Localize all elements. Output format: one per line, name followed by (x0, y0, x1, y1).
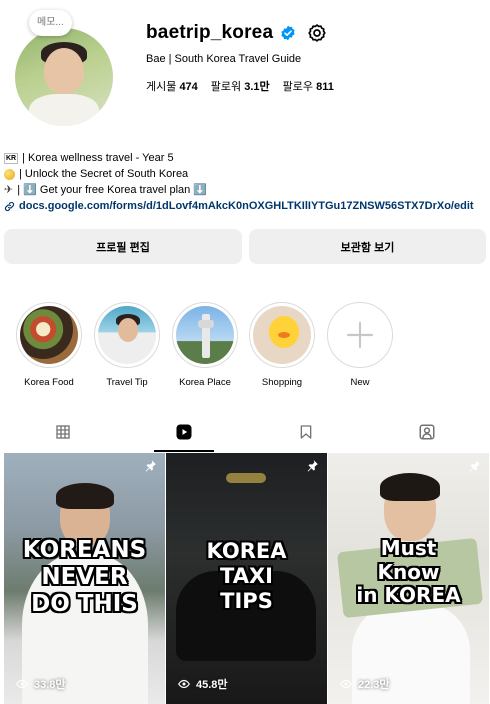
profile-bio: KR | Korea wellness travel - Year 5 | Un… (4, 150, 474, 214)
edit-profile-button[interactable]: 프로필 편집 (4, 229, 242, 264)
highlight-label: Korea Place (179, 377, 231, 388)
highlight-korea-place[interactable]: Korea Place (170, 302, 240, 388)
avatar-shirt (29, 94, 99, 126)
profile-avatar-container[interactable] (15, 28, 113, 126)
username-row: baetrip_korea (146, 22, 327, 44)
bio-line-2: | Unlock the Secret of South Korea (4, 166, 474, 182)
reel-title-line: Must (380, 536, 437, 560)
username: baetrip_korea (146, 22, 274, 43)
bio-link[interactable]: docs.google.com/forms/d/1dLovf4mAkcK0nOX… (19, 198, 474, 214)
new-highlight-cover (331, 306, 389, 364)
highlight-label: Travel Tip (106, 377, 148, 388)
highlight-korea-food[interactable]: Korea Food (14, 302, 84, 388)
reel-thumbnail-1[interactable]: KOREANS NEVER DO THIS 33.8만 (4, 453, 165, 704)
profile-fullname: Bae | South Korea Travel Guide (146, 53, 302, 65)
avatar[interactable] (15, 28, 113, 126)
tab-posts-grid[interactable] (13, 412, 113, 452)
profile-tabs (0, 412, 490, 452)
followers-label: 팔로워 (210, 81, 242, 93)
highlight-new[interactable]: New (325, 302, 395, 388)
reel-title-line: KOREANS (22, 537, 147, 563)
posts-count[interactable]: 게시물 474 (146, 78, 198, 94)
pin-icon (307, 460, 318, 472)
highlight-ring (327, 302, 393, 368)
thumbnail-hair (380, 473, 440, 501)
reel-title-line: in KOREA (356, 583, 461, 608)
reel-title-line: Know (377, 559, 440, 584)
eye-icon (340, 679, 352, 689)
verified-badge-icon (281, 25, 295, 41)
bio-flag: KR (4, 152, 19, 164)
view-count-value: 33.8만 (34, 679, 66, 691)
coin-icon (4, 168, 15, 180)
bio-line-2-text: | Unlock the Secret of South Korea (19, 168, 189, 180)
highlight-shopping[interactable]: Shopping (247, 302, 317, 388)
highlight-travel-tip[interactable]: Travel Tip (92, 302, 162, 388)
bio-line-3: ✈ | ⬇️ Get your free Korea travel plan ⬇… (4, 182, 474, 198)
avatar-face (44, 48, 84, 94)
highlight-cover-food (20, 306, 78, 364)
highlight-cover-place (176, 306, 234, 364)
highlight-cover-shopping (253, 306, 311, 364)
grid-icon (56, 425, 70, 439)
note-bubble[interactable]: 메모... (29, 10, 72, 36)
thumbnail-hair (56, 483, 114, 509)
followers-value: 3.1만 (244, 81, 270, 93)
reel-title: KOREANS NEVER DO THIS (4, 537, 165, 618)
bio-link-line[interactable]: docs.google.com/forms/d/1dLovf4mAkcK0nOX… (4, 198, 474, 214)
following-count[interactable]: 팔로우 811 (283, 78, 334, 94)
highlight-label: New (350, 377, 370, 388)
following-value: 811 (316, 81, 334, 93)
reel-thumbnail-3[interactable]: Must Know in KOREA 22.3만 (328, 453, 489, 704)
link-icon (4, 201, 15, 211)
pin-icon (145, 460, 156, 472)
plus-icon (346, 321, 374, 349)
reel-title: KOREA TAXI TIPS (166, 539, 327, 613)
view-count-value: 45.8만 (196, 679, 228, 691)
tab-reels[interactable] (134, 412, 234, 452)
tagged-person-icon (419, 424, 435, 440)
highlight-ring (172, 302, 238, 368)
following-label: 팔로우 (282, 81, 314, 93)
posts-label: 게시물 (146, 81, 177, 93)
settings-gear-icon[interactable] (307, 23, 327, 43)
view-count-value: 22.3만 (358, 679, 390, 691)
reel-title: Must Know in KOREA (328, 536, 489, 608)
view-count: 33.8만 (16, 676, 66, 692)
bio-line-3-text: | ⬇️ Get your free Korea travel plan ⬇️ (17, 184, 208, 196)
highlight-label: Korea Food (24, 377, 74, 388)
highlight-label: Shopping (261, 377, 303, 388)
reel-title-line: NEVER (41, 564, 128, 591)
bookmark-icon (300, 425, 312, 439)
reel-title-line: DO THIS (31, 591, 138, 618)
reel-title-line: KOREA (206, 539, 287, 563)
thumbnail-light (226, 473, 266, 483)
view-count: 45.8만 (178, 676, 228, 692)
reel-thumbnail-2[interactable]: KOREA TAXI TIPS 45.8만 (166, 453, 327, 704)
tab-tagged[interactable] (377, 412, 477, 452)
profile-stats: 게시물 474 팔로워 3.1만 팔로우 811 (146, 78, 334, 94)
followers-count[interactable]: 팔로워 3.1만 (211, 78, 270, 94)
view-count: 22.3만 (340, 676, 390, 692)
posts-value: 474 (179, 81, 198, 93)
pin-icon (469, 460, 480, 472)
airplane-icon: ✈ (4, 184, 14, 196)
reels-icon (176, 424, 192, 440)
eye-icon (178, 679, 190, 689)
highlight-ring (94, 302, 160, 368)
reel-title-line: TAXI (220, 563, 273, 588)
reel-title-line: TIPS (220, 588, 273, 613)
highlight-ring (16, 302, 82, 368)
highlight-cover-tip (98, 306, 156, 364)
view-archive-button[interactable]: 보관함 보기 (249, 229, 486, 264)
bio-line-1-text: | Korea wellness travel - Year 5 (22, 152, 174, 164)
eye-icon (16, 679, 28, 689)
bio-line-1: KR | Korea wellness travel - Year 5 (4, 150, 474, 166)
highlight-ring (249, 302, 315, 368)
tab-saved[interactable] (256, 412, 356, 452)
